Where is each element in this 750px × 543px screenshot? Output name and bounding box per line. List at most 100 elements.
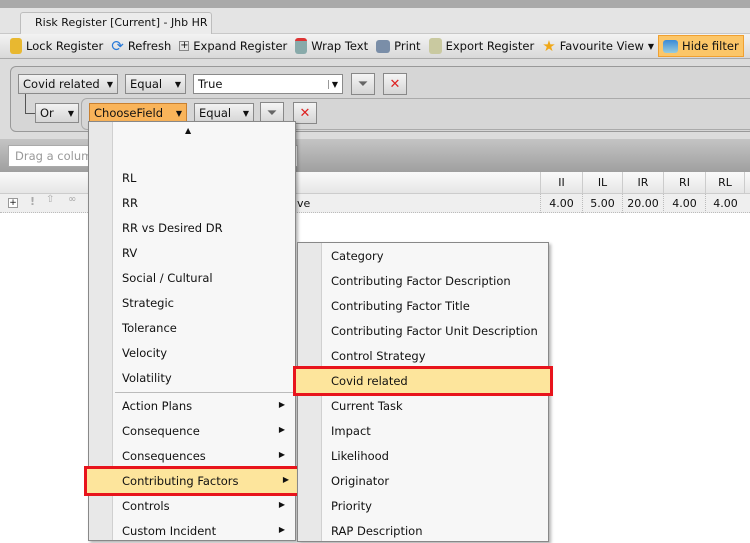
move-up-icon: ⇧ [46,194,55,205]
submenu-item-originator[interactable]: Originator [322,469,546,493]
chevron-down-icon: ▼ [106,79,113,89]
menu-item-label: Volatility [122,371,172,385]
menu-item-tolerance[interactable]: Tolerance [113,316,293,340]
submenu-item-contributing-factor-description[interactable]: Contributing Factor Description [322,269,546,293]
submenu-arrow-icon: ▶ [278,400,285,409]
chevron-down-icon: ▼ [174,79,181,89]
wrap-text-icon [295,38,308,54]
window-top-strip [0,0,750,8]
menu-item-label: Current Task [331,399,403,413]
filter-logic-dropdown[interactable]: Or ▼ [35,103,79,123]
favourite-view-button[interactable]: ★ Favourite View ▼ [538,35,658,57]
submenu-item-control-strategy[interactable]: Control Strategy [322,344,546,368]
menu-item-consequences[interactable]: Consequences ▶ [113,444,293,468]
menu-item-rr-vs-desired-dr[interactable]: RR vs Desired DR [113,216,293,240]
submenu-item-current-task[interactable]: Current Task [322,394,546,418]
chevron-down-icon: ▼ [327,79,338,89]
priority-icon: ! [30,195,36,208]
wrap-text-button[interactable]: Wrap Text [291,35,372,57]
menu-item-consequence[interactable]: Consequence ▶ [113,419,293,443]
filter-operator-dropdown[interactable]: Equal ▼ [125,74,186,94]
menu-item-label: RAP Description [331,524,423,538]
submenu-item-impact[interactable]: Impact [322,419,546,443]
menu-item-label: Contributing Factor Title [331,299,470,313]
toolbar: Lock Register ⟳ Refresh + Expand Register … [0,34,750,59]
menu-item-velocity[interactable]: Velocity [113,341,293,365]
menu-item-label: Originator [331,474,390,488]
filter-connector-line [25,94,35,114]
chevron-down-icon: ▼ [67,108,74,118]
menu-item-label: RR vs Desired DR [122,221,223,235]
filter-operator-dropdown-2[interactable]: Equal ▼ [194,103,254,123]
filter-add-icon: ⏷ [266,105,278,121]
menu-item-label: Priority [331,499,372,513]
submenu-arrow-icon: ▶ [282,475,289,484]
menu-item-social-cultural[interactable]: Social / Cultural [113,266,293,290]
cell-ir: 20.00 [622,194,663,213]
lock-icon [10,38,22,54]
expand-row-icon[interactable]: + [8,198,18,208]
column-header-rl[interactable]: RL [705,172,745,194]
menu-item-label: Likelihood [331,449,389,463]
menu-item-label: Custom Incident [122,524,217,538]
contributing-factors-submenu: Category Contributing Factor Description C… [293,242,553,543]
menu-item-label: RR [122,196,138,210]
choose-field-dropdown[interactable]: ChooseField ▼ [89,103,187,123]
chevron-down-icon: ▼ [647,41,655,51]
row-description: ve [297,197,311,210]
cell-il: 5.00 [582,194,622,213]
menu-item-label: RV [122,246,138,260]
column-header-ri[interactable]: RI [663,172,705,194]
submenu-item-priority[interactable]: Priority [322,494,546,518]
menu-item-label: Controls [122,499,170,513]
chevron-down-icon: ▼ [242,108,249,118]
submenu-item-category[interactable]: Category [322,244,546,268]
scroll-up-icon[interactable]: ▲ [185,126,191,135]
cell-ri: 4.00 [663,194,705,213]
field-menu: ▲ RL RR RR vs Desired DR RV Social / Cultura… [84,121,300,543]
menu-item-label: Social / Cultural [122,271,213,285]
filter-add-icon: ⏷ [357,76,369,92]
menu-item-strategic[interactable]: Strategic [113,291,293,315]
menu-item-label: Consequence [122,424,200,438]
link-icon: ∞ [68,194,77,205]
add-filter-button[interactable]: ⏷ [351,73,375,95]
column-header-ii[interactable]: II [540,172,582,194]
menu-item-label: Tolerance [122,321,177,335]
refresh-button[interactable]: ⟳ Refresh [107,35,175,57]
menu-item-rr[interactable]: RR [113,191,293,215]
menu-item-action-plans[interactable]: Action Plans ▶ [113,394,293,418]
tab-risk-register[interactable]: Risk Register [Current] - Jhb HR [20,12,212,34]
column-header-ir[interactable]: IR [622,172,663,194]
chevron-down-icon: ▼ [175,108,182,118]
menu-item-contributing-factors[interactable]: Contributing Factors ▶ [84,466,300,496]
filter-value-combobox[interactable]: True ▼ [193,74,343,94]
menu-item-rl[interactable]: RL [113,166,293,190]
filter-field-dropdown[interactable]: Covid related ▼ [18,74,118,94]
submenu-item-contributing-factor-title[interactable]: Contributing Factor Title [322,294,546,318]
menu-item-controls[interactable]: Controls ▶ [113,494,293,518]
menu-item-volatility[interactable]: Volatility [113,366,293,390]
lock-register-button[interactable]: Lock Register [6,35,107,57]
submenu-arrow-icon: ▶ [278,425,285,434]
menu-item-label: Covid related [331,374,408,388]
menu-item-label: Contributing Factor Unit Description [331,324,538,338]
submenu-item-covid-related[interactable]: Covid related [293,366,553,396]
export-icon [428,38,442,54]
print-button[interactable]: Print [372,35,424,57]
submenu-item-likelihood[interactable]: Likelihood [322,444,546,468]
expand-register-button[interactable]: + Expand Register [175,35,291,57]
remove-filter-button[interactable]: ✕ [383,73,407,95]
remove-filter-button-2[interactable]: ✕ [293,102,317,124]
menu-item-label: Velocity [122,346,168,360]
submenu-item-rap-description[interactable]: RAP Description [322,519,546,543]
menu-item-rv[interactable]: RV [113,241,293,265]
hide-filter-button[interactable]: Hide filter [658,35,744,57]
column-header-il[interactable]: IL [582,172,622,194]
menu-separator [115,392,293,393]
printer-icon [376,39,391,53]
submenu-item-contributing-factor-unit-description[interactable]: Contributing Factor Unit Description [322,319,546,343]
menu-item-custom-incident[interactable]: Custom Incident ▶ [113,519,293,543]
export-register-button[interactable]: Export Register [425,35,539,57]
submenu-arrow-icon: ▶ [278,450,285,459]
